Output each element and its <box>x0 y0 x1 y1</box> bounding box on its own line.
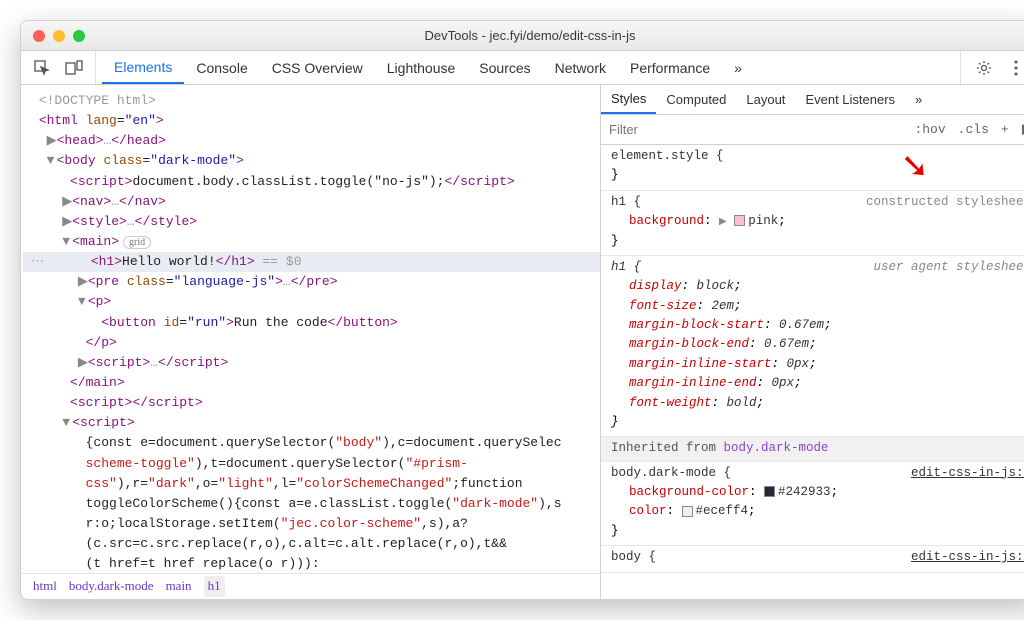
origin-label: constructed stylesheet <box>866 193 1024 212</box>
breadcrumb: html body.dark-mode main h1 <box>21 573 600 599</box>
source-link[interactable]: edit-css-in-js:1 <box>911 548 1024 567</box>
hov-button[interactable]: :hov <box>908 122 951 137</box>
tab-computed[interactable]: Computed <box>656 85 736 114</box>
tab-network[interactable]: Network <box>543 51 618 84</box>
tab-css-overview[interactable]: CSS Overview <box>260 51 375 84</box>
tab-sources[interactable]: Sources <box>467 51 542 84</box>
rule-element-style[interactable]: ➘ element.style { } <box>601 145 1024 191</box>
tabs-overflow[interactable]: » <box>722 51 754 84</box>
rule-body-dark[interactable]: edit-css-in-js:1 body.dark-mode { backgr… <box>601 462 1024 547</box>
rule-user-agent[interactable]: user agent stylesheet h1 { display: bloc… <box>601 256 1024 437</box>
crumb-h1[interactable]: h1 <box>204 576 225 596</box>
cls-button[interactable]: .cls <box>952 122 995 137</box>
gear-icon[interactable] <box>975 59 993 77</box>
crumb-main[interactable]: main <box>166 576 192 596</box>
rule-body[interactable]: edit-css-in-js:1 body { <box>601 546 1024 572</box>
sidebar-panel: Styles Computed Layout Event Listeners »… <box>601 85 1024 599</box>
origin-label: user agent stylesheet <box>873 258 1024 277</box>
styles-filter-input[interactable] <box>601 115 801 144</box>
panel-tabs: Elements Console CSS Overview Lighthouse… <box>96 51 960 84</box>
window-title: DevTools - jec.fyi/demo/edit-css-in-js <box>21 28 1024 43</box>
tab-event-listeners[interactable]: Event Listeners <box>795 85 905 114</box>
styles-list[interactable]: ➘ element.style { } constructed styleshe… <box>601 145 1024 599</box>
titlebar: DevTools - jec.fyi/demo/edit-css-in-js <box>21 21 1024 51</box>
devtools-window: DevTools - jec.fyi/demo/edit-css-in-js E… <box>20 20 1024 600</box>
tab-layout[interactable]: Layout <box>736 85 795 114</box>
annotation-arrow-icon: ➘ <box>901 145 930 196</box>
rule-constructed[interactable]: constructed stylesheet h1 { background: … <box>601 191 1024 256</box>
styles-toolbar: :hov .cls + ◧ <box>601 115 1024 145</box>
sidebar-tabs: Styles Computed Layout Event Listeners » <box>601 85 1024 115</box>
new-rule-button[interactable]: + <box>995 122 1015 137</box>
sidebar-more[interactable]: » <box>905 85 932 114</box>
expand-icon[interactable]: ▶ <box>719 217 727 228</box>
computed-toggle-button[interactable]: ◧ <box>1015 122 1024 137</box>
color-swatch[interactable] <box>734 215 745 226</box>
device-icon[interactable] <box>65 59 83 77</box>
crumb-body[interactable]: body.dark-mode <box>69 576 154 596</box>
tab-styles[interactable]: Styles <box>601 85 656 114</box>
inspect-icon[interactable] <box>33 59 51 77</box>
kebab-icon[interactable] <box>1007 59 1024 77</box>
tab-lighthouse[interactable]: Lighthouse <box>375 51 468 84</box>
crumb-html[interactable]: html <box>33 576 57 596</box>
main-area: <!DOCTYPE html> <html lang="en"> ▶<head>… <box>21 85 1024 599</box>
inherited-label: Inherited from body.dark-mode <box>601 437 1024 461</box>
tab-console[interactable]: Console <box>184 51 259 84</box>
dom-panel: <!DOCTYPE html> <html lang="en"> ▶<head>… <box>21 85 601 599</box>
source-link[interactable]: edit-css-in-js:1 <box>911 464 1024 483</box>
tab-elements[interactable]: Elements <box>102 51 184 84</box>
dom-tree[interactable]: <!DOCTYPE html> <html lang="en"> ▶<head>… <box>21 85 600 573</box>
inherited-link[interactable]: body.dark-mode <box>724 441 829 455</box>
tab-performance[interactable]: Performance <box>618 51 722 84</box>
main-toolbar: Elements Console CSS Overview Lighthouse… <box>21 51 1024 85</box>
